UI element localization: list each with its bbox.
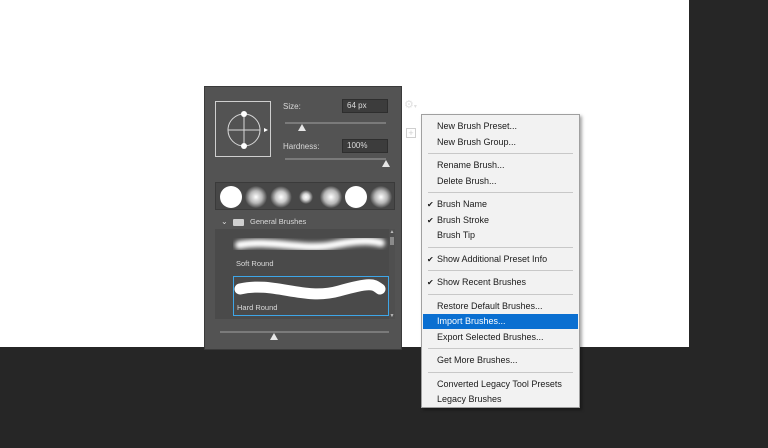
menu-item-label: Converted Legacy Tool Presets: [437, 378, 562, 389]
hardness-field[interactable]: 100%: [342, 139, 388, 153]
menu-separator: [428, 293, 573, 295]
menu-item-new-brush-group[interactable]: New Brush Group...: [423, 135, 578, 150]
menu-item-show-recent-brushes[interactable]: ✔ Show Recent Brushes: [423, 275, 578, 290]
menu-separator: [428, 270, 573, 271]
size-slider-thumb[interactable]: [298, 124, 307, 131]
size-label: Size:: [283, 102, 301, 111]
menu-item-label: Brush Tip: [437, 230, 476, 240]
menu-item-label: Get More Brushes...: [437, 355, 518, 365]
menu-item-legacy-brushes[interactable]: Legacy Brushes: [423, 392, 578, 407]
panel-options-menu: New Brush Preset... New Brush Group... Ren…: [421, 114, 580, 408]
menu-item-label: Show Recent Brushes: [437, 277, 527, 287]
menu-separator: [428, 153, 573, 154]
checkmark-icon: ✔: [427, 254, 434, 264]
brush-list: ⌄ General Brushes Soft Round Hard Round …: [215, 215, 395, 319]
menu-item-label: Brush Name: [437, 199, 488, 209]
brush-group-header[interactable]: ⌄ General Brushes: [215, 215, 395, 229]
menu-item-brush-tip[interactable]: Brush Tip: [423, 228, 578, 243]
menu-item-converted-legacy-tool-presets[interactable]: Converted Legacy Tool Presets: [423, 377, 578, 392]
recent-brush-soft-icon[interactable]: [320, 186, 342, 208]
scroll-up-icon[interactable]: ▲: [389, 229, 395, 235]
menu-item-label: Brush Stroke: [437, 214, 490, 225]
menu-item-delete-brush[interactable]: Delete Brush...: [423, 174, 578, 189]
menu-item-brush-stroke[interactable]: ✔ Brush Stroke: [423, 213, 578, 228]
recent-brushes-strip: [215, 182, 395, 210]
new-preset-icon[interactable]: +: [406, 128, 416, 138]
gear-menu-icon[interactable]: ⚙▾: [404, 98, 422, 112]
checkmark-icon: ✔: [427, 215, 434, 225]
hardness-label: Hardness:: [283, 142, 320, 151]
menu-item-label: Rename Brush...: [437, 160, 505, 170]
menu-item-label: Show Additional Preset Info: [437, 253, 548, 264]
brush-group-name: General Brushes: [250, 217, 307, 226]
recent-brush-hard-icon[interactable]: [345, 186, 367, 208]
preview-size-slider-track[interactable]: [220, 331, 389, 333]
recent-brush-hard-icon[interactable]: [220, 186, 242, 208]
scroll-down-icon[interactable]: ▼: [389, 313, 395, 319]
menu-item-new-brush-preset[interactable]: New Brush Preset...: [423, 119, 578, 134]
menu-item-label: Import Brushes...: [437, 316, 506, 326]
chevron-down-icon[interactable]: ⌄: [221, 215, 228, 229]
menu-item-label: New Brush Group...: [437, 136, 517, 147]
folder-icon: [233, 219, 244, 226]
hardness-slider-track[interactable]: [285, 158, 386, 160]
menu-item-label: Export Selected Brushes...: [437, 331, 544, 342]
menu-separator: [428, 371, 573, 373]
brush-name: Hard Round: [237, 303, 278, 312]
menu-item-restore-default-brushes[interactable]: Restore Default Brushes...: [423, 299, 578, 314]
size-field[interactable]: 64 px: [342, 99, 388, 113]
menu-item-label: Delete Brush...: [437, 175, 497, 186]
brush-name: Soft Round: [236, 259, 274, 268]
brush-tip-angle-preview[interactable]: [215, 101, 271, 157]
checkmark-icon: ✔: [427, 278, 434, 287]
brush-item-hard-round[interactable]: Hard Round: [233, 276, 389, 316]
menu-separator: [428, 348, 573, 349]
menu-separator: [428, 192, 573, 193]
menu-item-rename-brush[interactable]: Rename Brush...: [423, 158, 578, 173]
menu-item-brush-name[interactable]: ✔ Brush Name: [423, 197, 578, 212]
recent-brush-small-icon[interactable]: [295, 186, 317, 208]
recent-brush-soft-icon[interactable]: [270, 186, 292, 208]
menu-item-get-more-brushes[interactable]: Get More Brushes...: [423, 353, 578, 368]
recent-brush-soft-icon[interactable]: [370, 186, 392, 208]
menu-separator: [428, 246, 573, 248]
menu-item-show-additional-preset-info[interactable]: ✔ Show Additional Preset Info: [423, 252, 578, 267]
checkmark-icon: ✔: [427, 200, 434, 209]
brush-angle-icon: [227, 111, 268, 149]
menu-item-export-selected-brushes[interactable]: Export Selected Brushes...: [423, 330, 578, 345]
hardness-slider-thumb[interactable]: [382, 160, 390, 167]
brush-list-scrollbar[interactable]: ▲ ▼: [389, 229, 395, 319]
menu-item-label: New Brush Preset...: [437, 121, 518, 131]
preview-size-slider-thumb[interactable]: [270, 333, 279, 340]
brush-preset-panel: Size: 64 px Hardness: 100% ⚙▾ + ⌄ Genera…: [204, 86, 417, 350]
menu-item-label: Legacy Brushes: [437, 394, 502, 404]
menu-item-label: Restore Default Brushes...: [437, 300, 543, 311]
recent-brush-soft-icon[interactable]: [245, 186, 267, 208]
brush-item-soft-round[interactable]: Soft Round: [233, 231, 389, 271]
menu-item-import-brushes[interactable]: Import Brushes...: [423, 314, 578, 329]
scroll-thumb[interactable]: [390, 237, 394, 245]
